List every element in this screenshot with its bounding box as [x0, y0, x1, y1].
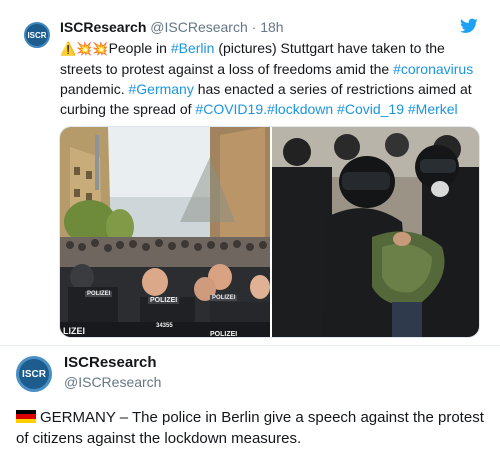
card-user-handle[interactable]: @ISCResearch — [64, 374, 161, 390]
germany-flag-icon — [16, 410, 36, 423]
card-text: GERMANY – The police in Berlin give a sp… — [16, 407, 486, 449]
hashtag-germany[interactable]: #Germany — [128, 81, 193, 97]
hashtag-coronavirus[interactable]: #coronavirus — [393, 61, 473, 77]
tweet-media[interactable]: POLIZEI POLIZEI POLIZEI 34355 LIZEI POLI… — [59, 126, 480, 338]
polizei-badge-number: 34355 — [156, 323, 173, 329]
display-name[interactable]: ISCResearch — [60, 19, 146, 35]
embedded-tweet: ISCR ISCResearch @ISCResearch · 18h ⚠️💥💥… — [0, 0, 500, 345]
hashtags-end[interactable]: #COVID19.#lockdown #Covid_19 #Merkel — [195, 101, 457, 117]
hashtag-berlin[interactable]: #Berlin — [171, 40, 215, 56]
polizei-corner-text: LIZEI — [63, 326, 85, 336]
separator-dot: · — [251, 19, 257, 35]
tweet-text-part-1: People in — [108, 40, 171, 56]
card-avatar-text: ISCR — [22, 368, 46, 380]
avatar-text: ISCR — [27, 30, 47, 40]
twitter-bird-icon[interactable] — [460, 18, 478, 34]
timestamp[interactable]: 18h — [260, 19, 283, 35]
police-arrest-photo[interactable] — [272, 127, 480, 338]
tweet-text-part-3: pandemic. — [60, 81, 129, 97]
protest-crowd-photo[interactable] — [60, 127, 270, 338]
polizei-badge-left: POLIZEI — [85, 291, 113, 297]
card-avatar[interactable]: ISCR — [16, 356, 52, 392]
polizei-bottom-text: POLIZEI — [210, 331, 238, 338]
card-text-body: GERMANY – The police in Berlin give a sp… — [16, 409, 484, 447]
tweet-text: ⚠️💥💥People in #Berlin (pictures) Stuttga… — [60, 38, 485, 119]
tweet-header: ISCResearch @ISCResearch · 18h — [60, 18, 284, 36]
user-handle[interactable]: @ISCResearch — [150, 19, 247, 35]
avatar[interactable]: ISCR — [24, 22, 50, 48]
card-display-name[interactable]: ISCResearch — [64, 354, 157, 371]
polizei-badge-right: POLIZEI — [210, 295, 238, 301]
polizei-badge-middle: POLIZEI — [148, 297, 180, 304]
warning-collision-emojis: ⚠️💥💥 — [60, 41, 109, 56]
divider — [0, 345, 500, 346]
